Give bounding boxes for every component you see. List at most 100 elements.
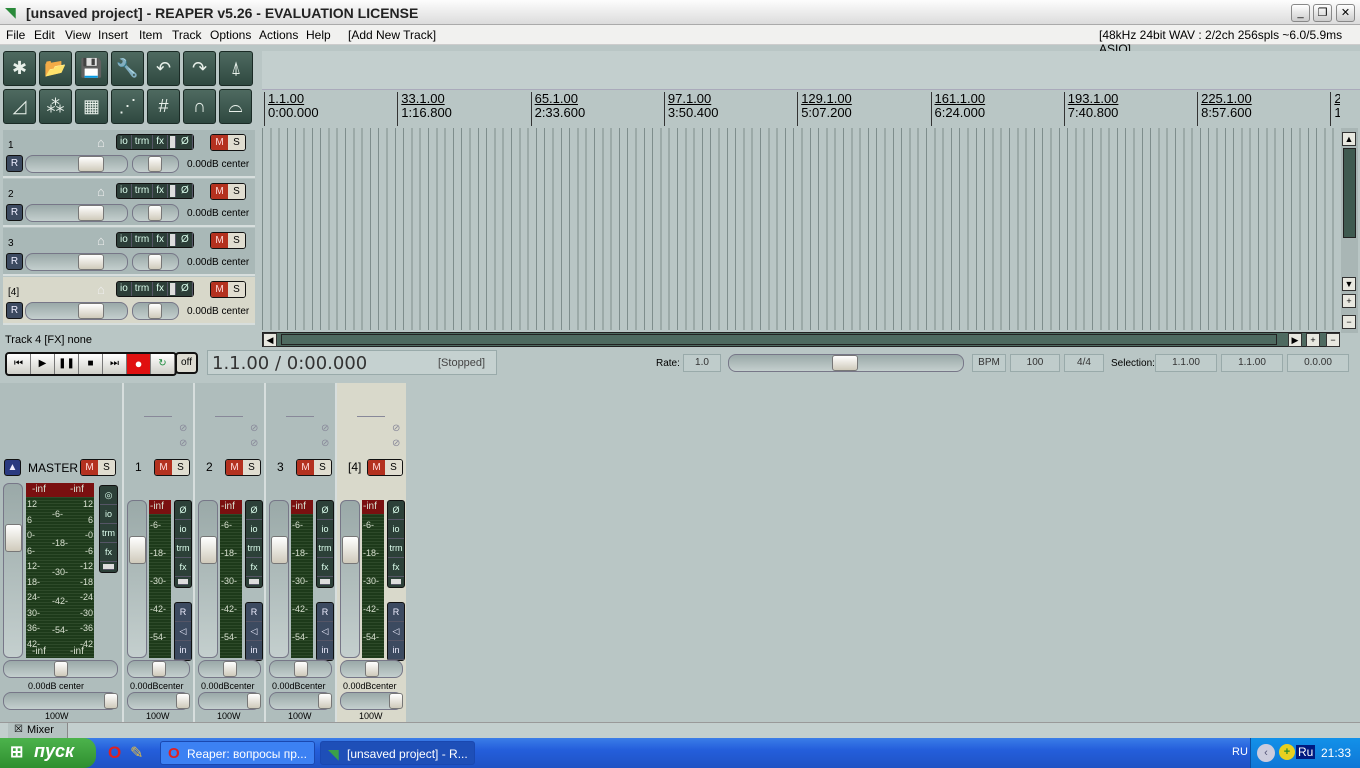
fx-button[interactable]: fx [388,558,404,577]
record-arm-button[interactable]: R [175,603,191,622]
fx-bypass-toggle[interactable] [170,234,177,246]
io-button[interactable]: io [117,135,132,149]
strip-volume-fader[interactable] [198,500,218,658]
strip-volume-fader[interactable] [127,500,147,658]
arrange-view[interactable] [262,128,1340,330]
zoom-in-vertical-icon[interactable]: + [1342,294,1356,308]
monitor-speaker-icon[interactable]: ◁ [246,622,262,641]
pan-slider-thumb[interactable] [148,303,162,319]
record-arm-button[interactable]: R [317,603,333,622]
pan-slider[interactable] [132,253,179,271]
menu-options[interactable]: Options [210,28,251,42]
tray-app-icon[interactable]: + [1279,744,1295,760]
pan-slider[interactable] [132,302,179,320]
menu-view[interactable]: View [65,28,91,42]
fx-bypass-toggle[interactable] [170,136,177,148]
strip-solo-button[interactable]: S [243,460,260,475]
close-button[interactable]: ✕ [1336,4,1355,22]
strip-pan-slider[interactable] [340,660,403,678]
volume-slider-thumb[interactable] [78,205,104,221]
mixer-strip[interactable]: ⊘ ⊘ [4] M S -inf -6- -18- -30- -42- -54- Øio trm fx R ◁… [335,383,406,722]
menu-item[interactable]: Item [139,28,162,42]
master-mute-button[interactable]: M [81,460,98,475]
show-hidden-icons-icon[interactable]: ‹ [1257,744,1275,762]
rate-field[interactable]: 1.0 [683,354,721,372]
record-arm-button[interactable]: R [388,603,404,622]
fx-bypass-toggle[interactable] [249,579,259,585]
volume-slider[interactable] [25,155,128,173]
strip-width-slider[interactable] [127,692,190,710]
menu-track[interactable]: Track [172,28,202,42]
strip-volume-fader[interactable] [340,500,360,658]
strip-width-thumb[interactable] [318,693,332,709]
master-volume-fader[interactable] [3,483,23,658]
master-fader-thumb[interactable] [5,524,22,552]
menu-actions[interactable]: Actions [259,28,298,42]
phase-invert-button[interactable]: Ø [317,501,333,520]
master-fx-bypass[interactable] [103,564,114,570]
io-button[interactable]: io [117,184,132,198]
strip-solo-button[interactable]: S [314,460,331,475]
trim-button[interactable]: trm [388,539,404,558]
fx-button[interactable]: fx [153,135,169,149]
strip-solo-button[interactable]: S [172,460,189,475]
io-button[interactable]: io [317,520,333,539]
strip-pan-thumb[interactable] [294,661,308,677]
scroll-left-icon[interactable]: ◀ [263,333,277,347]
mute-button[interactable]: M [211,184,228,199]
solo-button[interactable]: S [228,184,245,199]
mute-button[interactable]: M [211,282,228,297]
selection-length-field[interactable]: 0.0.00 [1287,354,1349,372]
strip-pan-slider[interactable] [198,660,261,678]
settings-wrench-icon[interactable]: 🔧 [111,51,144,86]
master-mono-stereo-icon[interactable]: ◎ [100,486,117,505]
fx-bypass-toggle[interactable] [170,283,177,295]
monitor-speaker-icon[interactable]: ◁ [175,622,191,641]
strip-width-slider[interactable] [198,692,261,710]
phase-invert-button[interactable]: Ø [178,135,193,149]
scroll-up-icon[interactable]: ▲ [1342,132,1356,146]
strip-pan-slider[interactable] [269,660,332,678]
mute-button[interactable]: M [211,233,228,248]
time-signature-field[interactable]: 4/4 [1064,354,1104,372]
master-solo-button[interactable]: S [98,460,115,475]
master-fx-button[interactable]: fx [100,543,117,562]
loop-icon[interactable]: ∩ [183,89,216,124]
strip-pan-thumb[interactable] [223,661,237,677]
io-button[interactable]: io [117,233,132,247]
horizontal-scrollbar[interactable]: ◀ ▶ + − [262,332,1340,347]
envelope-icon[interactable]: ◿ [3,89,36,124]
folder-icon[interactable]: ⌂ [97,282,105,297]
strip-fader-thumb[interactable] [271,536,288,564]
mute-button[interactable]: M [211,135,228,150]
rate-slider[interactable] [728,354,964,372]
master-width-slider[interactable] [3,692,118,710]
zoom-in-horizontal-icon[interactable]: + [1306,333,1320,347]
master-collapse-icon[interactable]: ▲ [4,459,21,476]
track-row[interactable]: [4] ⌂ io trm fx Ø M S R 0.00dB center [3,277,255,325]
fx-slot[interactable] [357,416,385,417]
solo-button[interactable]: S [228,233,245,248]
strip-mute-button[interactable]: M [226,460,243,475]
menu-help[interactable]: Help [306,28,331,42]
strip-fader-thumb[interactable] [200,536,217,564]
taskbar-item-reaper[interactable]: ◥ [unsaved project] - R... [320,741,475,765]
opera-quicklaunch-icon[interactable]: O [108,743,121,763]
quicklaunch-tool-icon[interactable]: ✎ [130,743,143,763]
menu-insert[interactable]: Insert [98,28,128,42]
open-project-icon[interactable]: 📂 [39,51,72,86]
scroll-right-icon[interactable]: ▶ [1288,333,1302,347]
io-button[interactable]: io [388,520,404,539]
fx-button[interactable]: fx [175,558,191,577]
pan-slider-thumb[interactable] [148,254,162,270]
fx-button[interactable]: fx [246,558,262,577]
repeat-icon[interactable]: ↻ [151,354,175,374]
new-project-icon[interactable]: ✱ [3,51,36,86]
keyboard-layout-indicator[interactable]: Ru [1296,745,1316,759]
trim-button[interactable]: trm [132,282,154,296]
fx-bypass-toggle[interactable] [178,579,188,585]
strip-mute-button[interactable]: M [368,460,385,475]
close-tab-icon[interactable]: ☒ [14,724,23,735]
trim-button[interactable]: trm [132,135,154,149]
save-project-icon[interactable]: 💾 [75,51,108,86]
